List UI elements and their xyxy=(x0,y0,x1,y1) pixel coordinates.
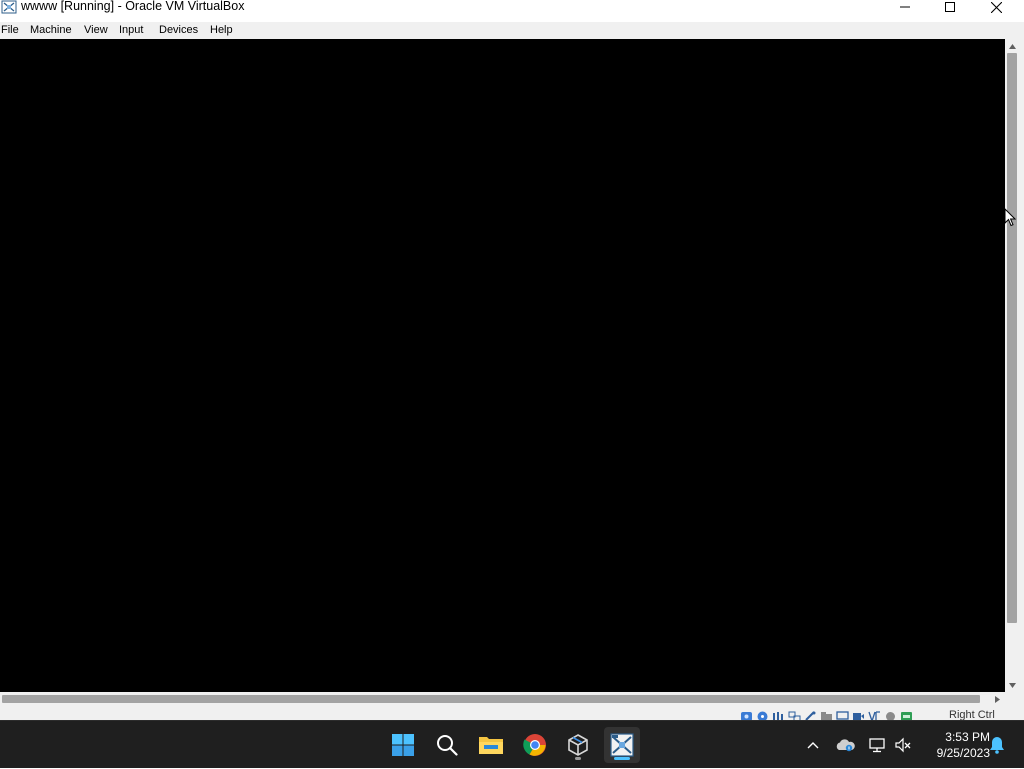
close-icon xyxy=(990,1,1002,13)
hard-disk-icon[interactable] xyxy=(740,709,753,721)
vertical-scrollbar[interactable] xyxy=(1005,39,1019,692)
shared-folders-icon[interactable] xyxy=(820,709,833,721)
chevron-down-icon xyxy=(1008,682,1016,688)
menu-bar: File Machine View Input Devices Help xyxy=(0,22,1024,39)
optical-drive-icon[interactable] xyxy=(756,709,769,722)
running-indicator xyxy=(575,757,581,760)
vm-display[interactable] xyxy=(0,39,1005,692)
menu-machine[interactable]: Machine xyxy=(30,23,72,38)
virtualbox-vm-icon xyxy=(610,733,634,757)
scrollbar-corner xyxy=(1005,692,1019,706)
search-icon xyxy=(437,735,458,756)
maximize-button[interactable] xyxy=(927,0,973,14)
onedrive-icon xyxy=(836,739,855,752)
chevron-up-icon xyxy=(807,742,819,749)
bell-icon xyxy=(990,737,1004,754)
scroll-right-arrow[interactable] xyxy=(990,692,1004,706)
horizontal-scrollbar[interactable] xyxy=(0,692,1005,706)
menu-devices[interactable]: Devices xyxy=(159,23,198,38)
show-hidden-icons-button[interactable] xyxy=(803,721,823,769)
mouse-cursor-icon xyxy=(1004,208,1016,227)
network-icon xyxy=(869,738,885,753)
virtualbox-vm-button[interactable] xyxy=(604,727,640,763)
taskbar: 3:53 PM 9/25/2023 xyxy=(0,720,1024,768)
virtualbox-manager-icon xyxy=(568,734,588,756)
audio-icon[interactable] xyxy=(772,709,785,721)
start-icon xyxy=(392,734,414,756)
close-button[interactable] xyxy=(973,0,1019,14)
chevron-up-icon xyxy=(1008,43,1016,49)
mouse-integration-icon[interactable] xyxy=(884,709,897,721)
clock-time: 3:53 PM xyxy=(945,730,990,744)
virtualbox-icon xyxy=(1,0,17,14)
status-bar: Right Ctrl xyxy=(0,706,1024,724)
file-explorer-icon xyxy=(479,737,503,754)
chrome-icon xyxy=(523,734,546,756)
clock-date: 9/25/2023 xyxy=(936,746,990,760)
menu-view[interactable]: View xyxy=(84,23,108,38)
scroll-down-arrow[interactable] xyxy=(1005,679,1019,691)
maximize-icon xyxy=(945,2,955,12)
volume-muted-icon xyxy=(895,737,911,753)
menu-help[interactable]: Help xyxy=(210,23,233,38)
chevron-right-icon xyxy=(994,695,1000,703)
notifications-button[interactable] xyxy=(986,721,1008,769)
horizontal-scroll-thumb[interactable] xyxy=(2,695,980,703)
virtualbox-manager-button[interactable] xyxy=(560,727,596,763)
window-border xyxy=(1019,39,1024,720)
display-icon[interactable] xyxy=(836,709,849,722)
minimize-icon xyxy=(900,6,910,8)
recording-icon[interactable] xyxy=(852,709,865,720)
search-button[interactable] xyxy=(429,727,465,763)
volume-button[interactable] xyxy=(892,721,914,769)
title-bar: wwww [Running] - Oracle VM VirtualBox xyxy=(0,0,1024,22)
network-icon[interactable] xyxy=(788,709,801,722)
minimize-button[interactable] xyxy=(882,0,928,14)
vertical-scroll-thumb[interactable] xyxy=(1007,53,1017,623)
start-button[interactable] xyxy=(385,727,421,763)
clock[interactable]: 3:53 PM 9/25/2023 xyxy=(920,729,990,761)
usb-icon[interactable] xyxy=(804,709,817,721)
file-explorer-button[interactable] xyxy=(473,727,509,763)
chrome-button[interactable] xyxy=(517,727,553,763)
network-status-button[interactable] xyxy=(866,721,888,769)
menu-file[interactable]: File xyxy=(1,23,19,38)
cpu-icon[interactable] xyxy=(868,709,881,724)
window-title: wwww [Running] - Oracle VM VirtualBox xyxy=(21,0,245,13)
scroll-up-arrow[interactable] xyxy=(1005,40,1019,52)
active-indicator xyxy=(614,757,630,760)
keyboard-icon[interactable] xyxy=(900,709,913,721)
status-indicators xyxy=(740,709,913,724)
menu-input[interactable]: Input xyxy=(119,23,143,38)
onedrive-button[interactable] xyxy=(834,721,856,769)
